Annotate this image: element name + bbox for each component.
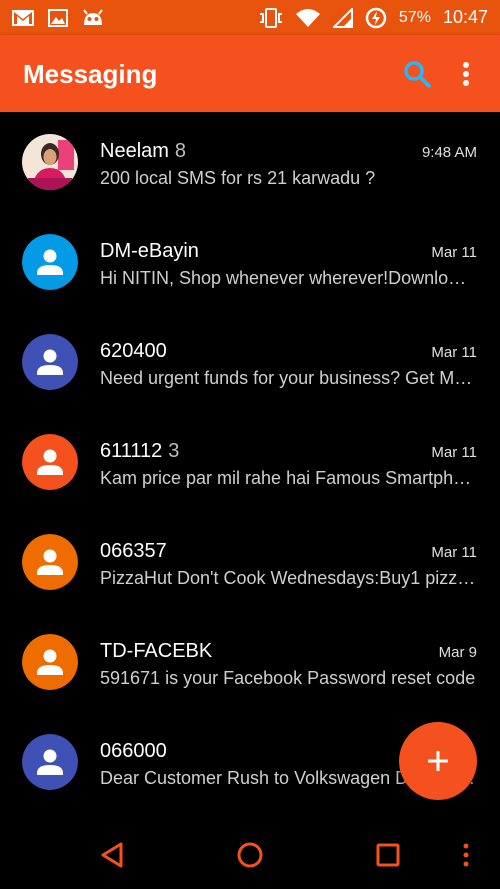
search-icon [404, 61, 431, 88]
avatar[interactable] [22, 134, 78, 190]
app-bar: Messaging [0, 35, 500, 112]
search-button[interactable] [400, 57, 434, 91]
avatar[interactable] [22, 734, 78, 790]
contact-name: 066357 [100, 540, 173, 563]
contact-name: DM-eBayin [100, 240, 205, 263]
home-button[interactable] [234, 839, 266, 871]
app-title: Messaging [23, 59, 158, 89]
conversation-row[interactable]: 611112 3 Mar 11 Kam price par mil rahe ha… [0, 412, 500, 512]
contact-name: Neelam 8 [100, 140, 186, 163]
conversation-row[interactable]: 620400 Mar 11 Need urgent funds for your… [0, 312, 500, 412]
contact-name: 620400 [100, 340, 173, 363]
message-date: Mar 9 [438, 644, 477, 661]
message-date: Mar 11 [431, 544, 477, 561]
nav-menu-button[interactable] [456, 839, 476, 871]
message-snippet: PizzaHut Don't Cook Wednesdays:Buy1 pizz… [100, 568, 476, 588]
wifi-icon [295, 8, 320, 27]
avatar[interactable] [22, 334, 78, 390]
person-icon [22, 334, 78, 390]
clock: 10:47 [442, 7, 488, 27]
avatar[interactable] [22, 434, 78, 490]
recents-button[interactable] [372, 839, 404, 871]
contact-name-text: Neelam [100, 140, 169, 162]
message-date: Mar 11 [431, 244, 477, 261]
status-system-icons: 57% 10:47 [259, 0, 488, 35]
recents-icon [376, 843, 400, 867]
android-icon [83, 8, 103, 25]
conversation-row[interactable]: 066357 Mar 11 PizzaHut Don't Cook Wednes… [0, 512, 500, 612]
plus-icon [428, 751, 448, 771]
contact-name-text: 620400 [100, 340, 167, 362]
conversation-row[interactable]: Neelam 8 9:48 AM 200 local SMS for rs 21 … [0, 112, 500, 212]
more-vert-icon [463, 843, 469, 867]
message-snippet: Hi NITIN, Shop whenever wherever!Downloa… [100, 268, 476, 288]
contact-name-text: TD-FACEBK [100, 640, 213, 662]
signal-icon [332, 7, 353, 28]
person-icon [22, 234, 78, 290]
conversation-row[interactable]: DM-eBayin Mar 11 Hi NITIN, Shop whenever… [0, 212, 500, 312]
contact-name-text: 066357 [100, 540, 167, 562]
contact-name: TD-FACEBK [100, 640, 218, 663]
message-date: Mar 11 [431, 344, 477, 361]
message-snippet: 200 local SMS for rs 21 karwadu ? [100, 168, 376, 188]
battery-percentage: 57% [398, 8, 431, 26]
person-icon [22, 634, 78, 690]
conversation-row[interactable]: TD-FACEBK Mar 9 591671 is your Facebook … [0, 612, 500, 712]
navigation-bar [0, 821, 500, 889]
person-icon [22, 734, 78, 790]
avatar[interactable] [22, 234, 78, 290]
vibrate-icon [259, 7, 282, 28]
home-icon [237, 842, 263, 868]
new-message-button[interactable] [399, 722, 477, 800]
avatar[interactable] [22, 634, 78, 690]
message-snippet: 591671 is your Facebook Password reset c… [100, 668, 476, 688]
contact-name: 066000 [100, 740, 173, 763]
contact-name-text: 611112 [100, 440, 163, 462]
contact-name-text: 066000 [100, 740, 167, 762]
message-count: 3 [168, 440, 180, 462]
battery-saver-icon [365, 7, 387, 28]
person-icon [22, 534, 78, 590]
image-icon [48, 8, 68, 27]
back-icon [101, 842, 123, 868]
contact-photo-icon [22, 134, 78, 190]
person-icon [22, 434, 78, 490]
status-bar: 57% 10:47 [0, 0, 500, 35]
contact-name: 611112 3 [100, 440, 179, 463]
message-snippet: Kam price par mil rahe hai Famous Smartp… [100, 468, 476, 488]
message-snippet: Need urgent funds for your business? Get… [100, 368, 476, 388]
message-count: 8 [174, 140, 187, 162]
gmail-icon [12, 9, 34, 26]
contact-name-text: DM-eBayin [100, 240, 199, 262]
more-vert-icon [463, 62, 469, 86]
overflow-menu-button[interactable] [454, 57, 478, 91]
avatar[interactable] [22, 534, 78, 590]
back-button[interactable] [96, 839, 128, 871]
message-date: Mar 11 [431, 444, 477, 461]
status-notification-icons [0, 8, 104, 27]
message-date: 9:48 AM [421, 144, 477, 161]
